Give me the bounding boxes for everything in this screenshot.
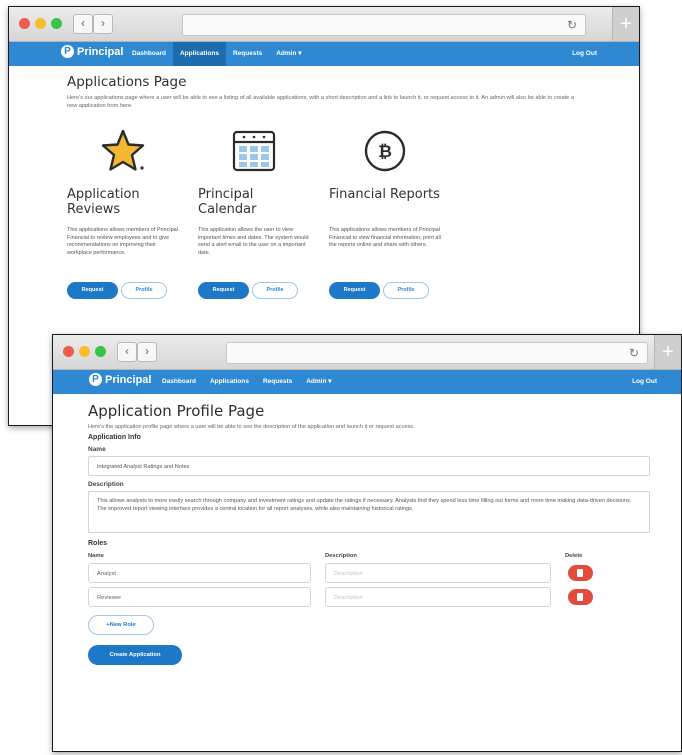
principal-logo[interactable]: P Principal (61, 45, 123, 58)
page-intro: Here's the application profile page wher… (88, 424, 415, 430)
new-tab-button[interactable]: + (654, 335, 681, 369)
role-name-input[interactable]: Analyst (88, 563, 311, 583)
forward-button[interactable]: › (137, 342, 157, 362)
card-financial-reports: ₿ Financial Reports This applications al… (329, 124, 441, 299)
page-title: Applications Page (67, 74, 187, 90)
request-button[interactable]: Request (67, 282, 118, 299)
create-application-button[interactable]: Create Application (88, 645, 182, 665)
browser-toolbar: ‹ › ↻ + (9, 7, 639, 42)
section-application-info: Application Info (88, 434, 141, 441)
roles-description-header: Description (325, 553, 357, 559)
nav-requests[interactable]: Requests (256, 370, 299, 394)
nav-applications[interactable]: Applications (172, 42, 226, 66)
roles-name-header: Name (88, 553, 104, 559)
back-button[interactable]: ‹ (117, 342, 137, 362)
application-cards: Application Reviews This applications al… (67, 124, 639, 299)
request-button[interactable]: Request (329, 282, 380, 299)
app-navbar: P Principal Dashboard Applications Reque… (53, 370, 681, 394)
section-roles: Roles (88, 540, 108, 547)
page-title: Application Profile Page (88, 402, 265, 420)
nav-admin[interactable]: Admin ▾ (299, 370, 338, 394)
role-row: Reviewer Description (88, 587, 681, 607)
star-icon (67, 124, 179, 178)
card-title: Principal Calendar (198, 187, 257, 217)
role-row: Analyst Description (88, 563, 681, 583)
card-application-reviews: Application Reviews This applications al… (67, 124, 179, 299)
card-principal-calendar: Principal Calendar This application allo… (198, 124, 310, 299)
address-bar[interactable]: ↻ (182, 14, 586, 36)
role-name-input[interactable]: Reviewer (88, 587, 311, 607)
name-label: Name (88, 446, 106, 453)
name-field[interactable]: Integrated Analyst Ratings and Notes (88, 456, 650, 476)
profile-content: Application Profile Page Here's the appl… (53, 394, 681, 665)
request-button[interactable]: Request (198, 282, 249, 299)
applications-content: Applications Page Here's our application… (9, 66, 639, 299)
nav-requests[interactable]: Requests (226, 42, 269, 66)
new-role-button[interactable]: +New Role (88, 615, 154, 635)
nav-admin[interactable]: Admin ▾ (269, 42, 308, 66)
card-title: Application Reviews (67, 187, 140, 217)
principal-logo[interactable]: P Principal (89, 373, 151, 386)
nav-applications[interactable]: Applications (203, 370, 256, 394)
calendar-icon (198, 124, 310, 178)
reload-icon[interactable]: ↻ (567, 18, 577, 32)
description-field[interactable]: This allows analysts to more easily sear… (88, 491, 650, 533)
role-description-input[interactable]: Description (325, 587, 551, 607)
nav-dashboard[interactable]: Dashboard (155, 370, 203, 394)
card-description: This application allows the user to view… (198, 227, 309, 256)
logout-link[interactable]: Log Out (572, 42, 597, 66)
role-description-input[interactable]: Description (325, 563, 551, 583)
address-bar[interactable]: ↻ (226, 342, 648, 364)
browser-toolbar: ‹ › ↻ + (53, 335, 681, 370)
delete-role-button[interactable] (568, 565, 593, 581)
nav-dashboard[interactable]: Dashboard (125, 42, 173, 66)
reload-icon[interactable]: ↻ (629, 346, 639, 360)
card-description: This applications allows members of Prin… (329, 227, 441, 249)
close-window-button[interactable] (63, 346, 74, 357)
roles-delete-header: Delete (565, 553, 583, 559)
maximize-window-button[interactable] (51, 18, 62, 29)
description-label: Description (88, 481, 124, 488)
close-window-button[interactable] (19, 18, 30, 29)
card-description: This applications allows members of Prin… (67, 227, 178, 256)
trash-icon (577, 593, 583, 601)
roles-header: Name Description Delete (88, 553, 681, 559)
profile-button[interactable]: Profile (383, 282, 429, 299)
app-navbar: P Principal Dashboard Applications Reque… (9, 42, 639, 66)
bitcoin-icon: ₿ (329, 124, 441, 178)
page-intro: Here's our applications page where a use… (67, 95, 574, 109)
back-button[interactable]: ‹ (73, 14, 93, 34)
logout-link[interactable]: Log Out (632, 370, 657, 394)
nav-links: Dashboard Applications Requests Admin ▾ (155, 370, 339, 394)
minimize-window-button[interactable] (79, 346, 90, 357)
logo-mark-icon: P (89, 373, 102, 386)
new-tab-button[interactable]: + (612, 7, 639, 41)
svg-text:₿: ₿ (378, 142, 392, 162)
minimize-window-button[interactable] (35, 18, 46, 29)
trash-icon (577, 569, 583, 577)
nav-links: Dashboard Applications Requests Admin ▾ (125, 42, 309, 66)
delete-role-button[interactable] (568, 589, 593, 605)
profile-button[interactable]: Profile (252, 282, 298, 299)
maximize-window-button[interactable] (95, 346, 106, 357)
forward-button[interactable]: › (93, 14, 113, 34)
logo-mark-icon: P (61, 45, 74, 58)
profile-button[interactable]: Profile (121, 282, 167, 299)
card-title: Financial Reports (329, 187, 440, 202)
application-profile-window: ‹ › ↻ + P Principal Dashboard Applicatio… (52, 334, 682, 752)
